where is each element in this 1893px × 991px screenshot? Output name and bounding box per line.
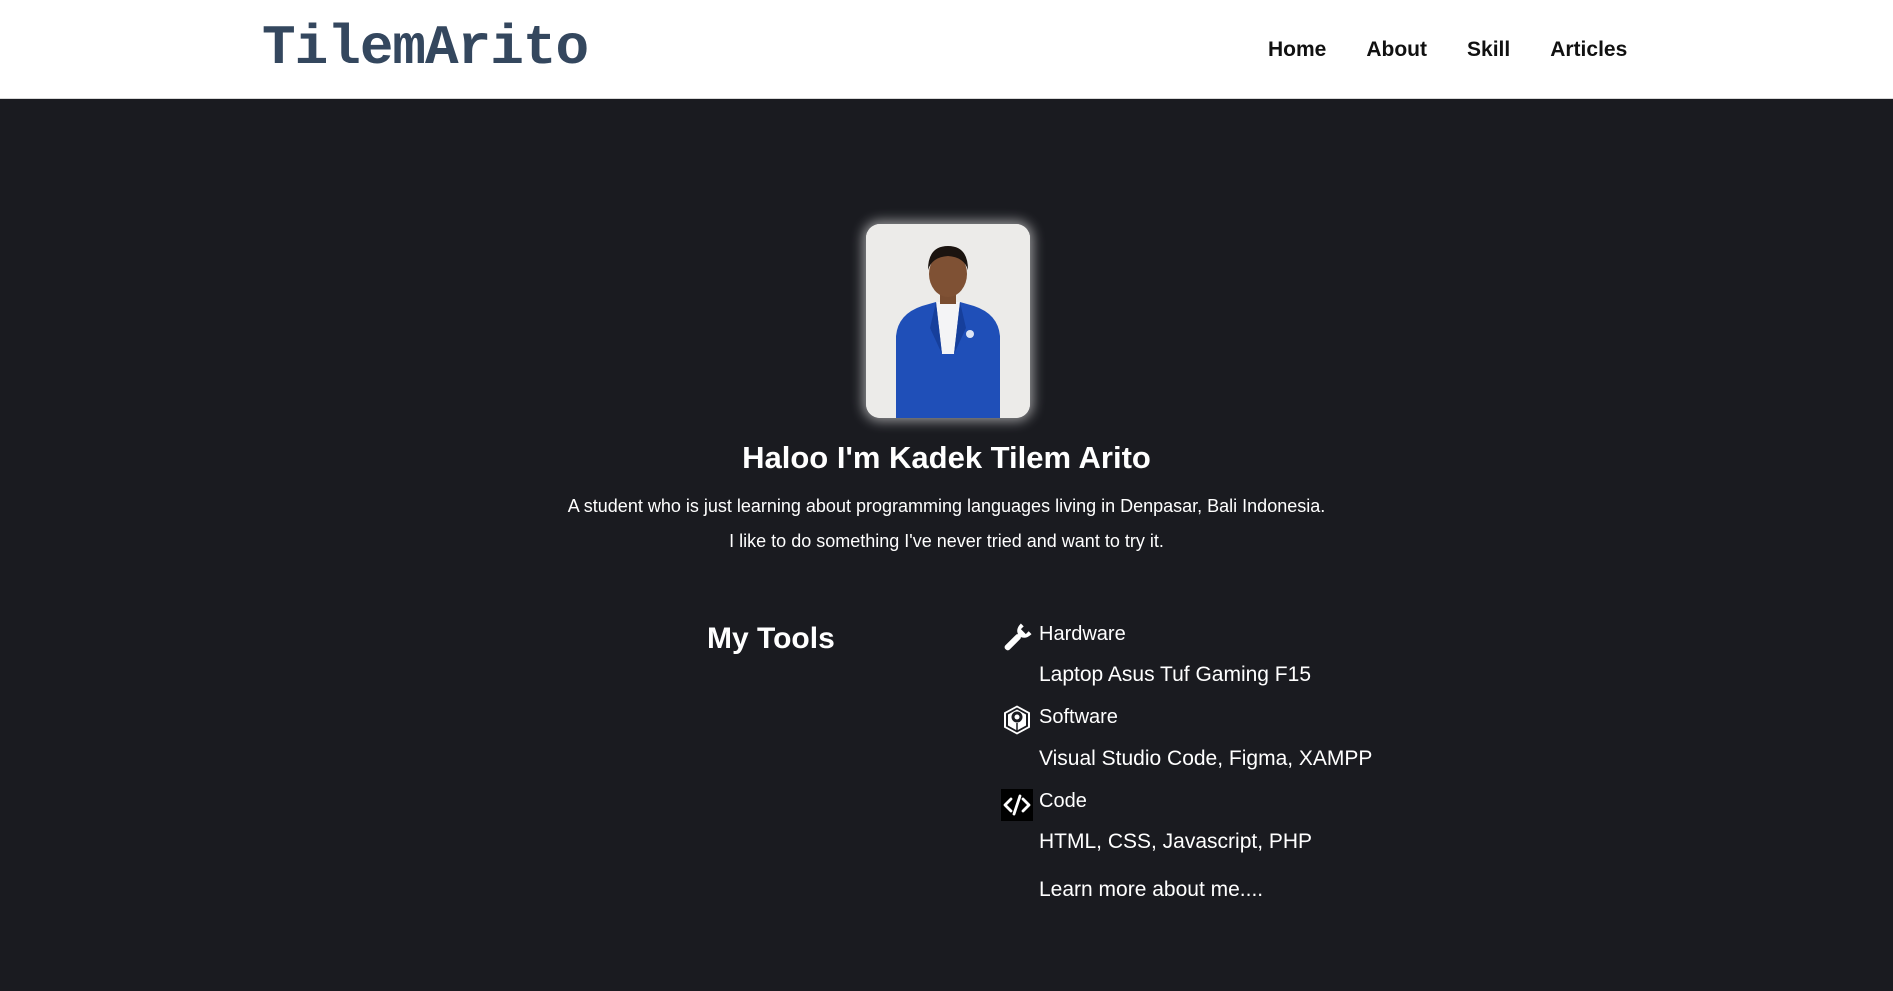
nav-link-articles[interactable]: Articles (1550, 38, 1627, 61)
site-logo[interactable]: TilemArito (262, 16, 589, 80)
hero-title: Haloo I'm Kadek Tilem Arito (742, 440, 1151, 475)
tool-label-software: Software (1039, 706, 1118, 728)
navbar: TilemArito Home About Skill Articles (0, 0, 1893, 99)
nav-menu: Home About Skill Articles (1268, 37, 1627, 63)
tool-detail-hardware: Laptop Asus Tuf Gaming F15 (1039, 663, 1311, 686)
tool-detail-code: HTML, CSS, Javascript, PHP (1039, 830, 1313, 853)
nav-link-skill[interactable]: Skill (1467, 38, 1510, 61)
code-icon (1001, 789, 1033, 821)
tools-heading: My Tools (707, 622, 835, 655)
hero-description-line-1: A student who is just learning about pro… (567, 496, 1326, 516)
hero-description-line-2: I like to do something I've never tried … (729, 531, 1164, 551)
profile-photo (866, 224, 1030, 418)
nav-item-skill: Skill (1467, 37, 1510, 63)
nav-item-home: Home (1268, 37, 1326, 63)
nav-link-home[interactable]: Home (1268, 38, 1326, 61)
tool-label-hardware: Hardware (1039, 623, 1126, 645)
software-box-icon (1001, 704, 1033, 736)
learn-more-link[interactable]: Learn more about me.... (1039, 877, 1263, 903)
tool-label-code: Code (1039, 790, 1087, 812)
tool-detail-software: Visual Studio Code, Figma, XAMPP (1039, 747, 1373, 770)
nav-item-about: About (1366, 37, 1427, 63)
nav-link-about[interactable]: About (1366, 38, 1427, 61)
nav-item-articles: Articles (1550, 37, 1627, 63)
wrench-icon (1001, 622, 1033, 654)
